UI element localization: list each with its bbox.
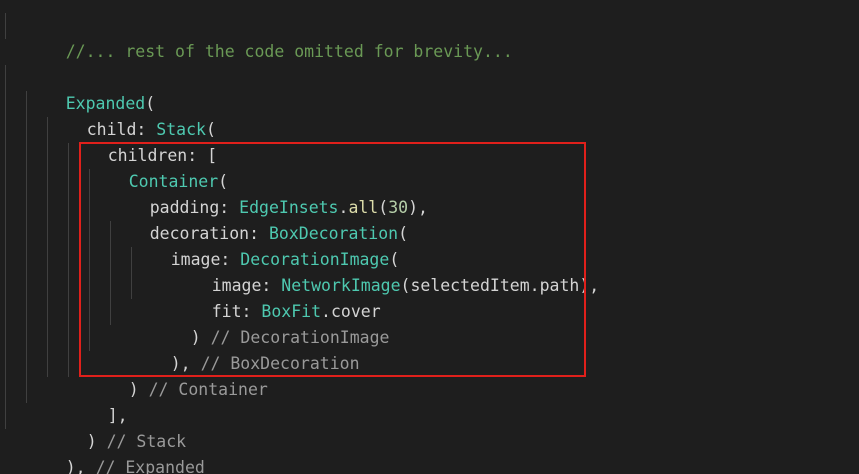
code-token: // Expanded: [95, 458, 205, 474]
code-editor[interactable]: //... rest of the code omitted for brevi…: [0, 0, 859, 474]
code-line-comment[interactable]: //... rest of the code omitted for brevi…: [26, 13, 513, 61]
indent-guide: [5, 13, 6, 39]
code-line-children[interactable]: children: [: [68, 117, 217, 165]
code-token: ),: [65, 458, 96, 474]
code-token: // Container: [148, 380, 268, 399]
code-line-close-expanded[interactable]: ), // Expanded: [26, 429, 205, 474]
code-token: ): [128, 380, 149, 399]
code-line-child[interactable]: child: Stack(: [47, 91, 216, 139]
code-token: //... rest of the code omitted for brevi…: [65, 42, 513, 61]
highlight-box: [79, 142, 586, 377]
code-line-close-children[interactable]: ],: [68, 377, 128, 425]
indent-guide: [5, 65, 6, 429]
code-line-close-stack[interactable]: ) // Stack: [47, 403, 186, 451]
code-line-expanded[interactable]: Expanded(: [26, 65, 155, 113]
